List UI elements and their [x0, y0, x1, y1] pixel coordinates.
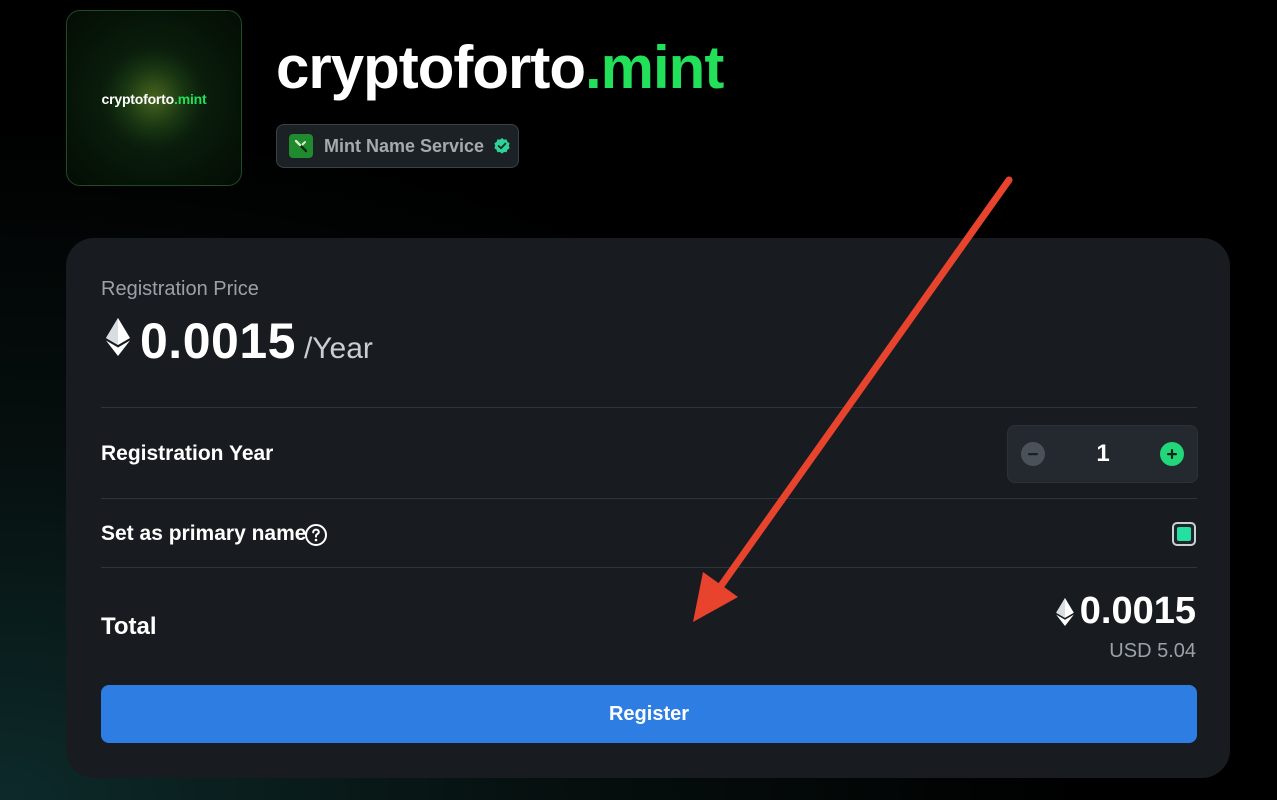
price-unit: /Year: [303, 332, 373, 365]
year-value: 1: [1096, 440, 1110, 467]
verified-check-icon: [494, 138, 510, 154]
domain-title: cryptoforto.mint: [276, 30, 724, 106]
plus-icon: [1167, 449, 1177, 459]
total-usd-value: USD 5.04: [1109, 640, 1196, 662]
logo-text: cryptoforto.mint: [67, 91, 241, 107]
domain-tld: .mint: [584, 34, 724, 101]
badge-label: Mint Name Service: [324, 135, 485, 156]
divider: [101, 567, 1197, 568]
logo-tld: .mint: [174, 91, 207, 107]
total-eth-value: 0.0015: [1079, 590, 1196, 632]
price-value: 0.0015: [140, 313, 296, 369]
increase-year-button[interactable]: [1160, 442, 1184, 466]
registration-year-label: Registration Year: [101, 442, 274, 465]
primary-name-checkbox[interactable]: [1172, 522, 1196, 546]
checkbox-checked-mark: [1177, 527, 1191, 541]
total-eth: 0.0015: [1055, 590, 1196, 633]
domain-logo: cryptoforto.mint: [66, 10, 242, 186]
eth-icon: [106, 318, 130, 356]
eth-icon: [1055, 597, 1074, 626]
register-button[interactable]: Register: [101, 685, 1197, 743]
divider: [101, 407, 1197, 408]
total-label: Total: [101, 613, 157, 640]
domain-name: cryptoforto: [276, 34, 586, 101]
help-icon[interactable]: [304, 523, 328, 547]
decrease-year-button[interactable]: [1021, 442, 1045, 466]
mint-logo-icon: [289, 134, 313, 158]
primary-name-label: Set as primary name: [101, 522, 307, 545]
registration-year-stepper[interactable]: 1: [1007, 425, 1198, 483]
minus-icon: [1028, 453, 1038, 456]
registration-price-label: Registration Price: [101, 278, 259, 300]
registration-price: 0.0015 /Year: [106, 312, 373, 370]
logo-name: cryptoforto: [101, 91, 175, 107]
divider: [101, 498, 1197, 499]
mint-name-service-badge[interactable]: Mint Name Service: [276, 124, 519, 168]
registration-card: Registration Price 0.0015 /Year Registra…: [66, 238, 1230, 778]
